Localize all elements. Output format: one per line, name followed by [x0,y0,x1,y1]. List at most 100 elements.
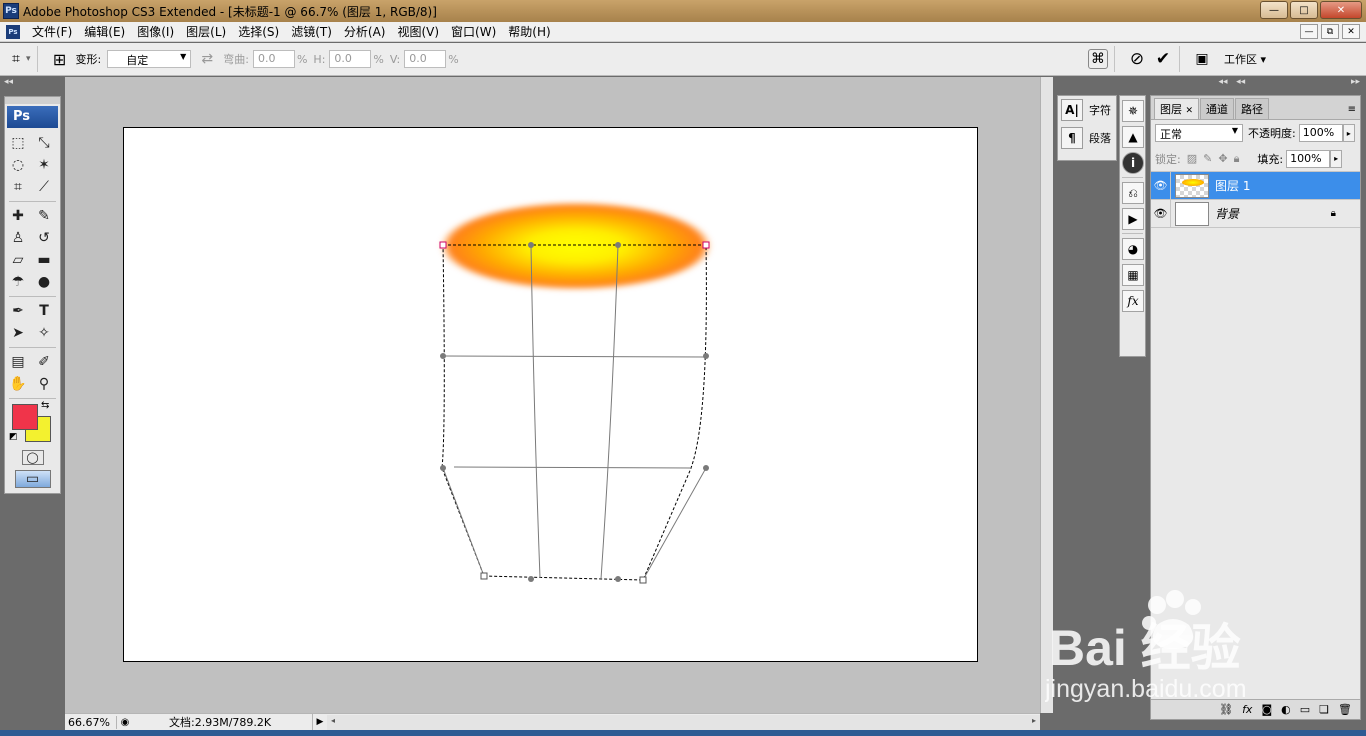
fill-slider-button[interactable]: ▸ [1330,149,1343,168]
screen-mode-icon[interactable]: ▭ [14,470,51,488]
swap-colors-icon[interactable]: ⇆ [41,400,49,411]
tab-paths[interactable]: 路径 [1235,98,1270,119]
actions-icon[interactable]: ▶ [1122,208,1144,230]
history-brush-tool-icon[interactable]: ↺ [31,227,57,249]
h-distort-input[interactable]: 0.0 [329,50,372,68]
notes-tool-icon[interactable]: ▤ [5,351,31,373]
healing-brush-tool-icon[interactable]: ✚ [5,205,31,227]
reference-point-icon[interactable]: ⊞ [50,49,70,69]
visibility-eye-icon[interactable]: 👁︎ [1151,171,1171,200]
path-selection-tool-icon[interactable]: ➤ [5,322,31,344]
menu-image[interactable]: 图像(I) [131,23,180,40]
menu-window[interactable]: 窗口(W) [445,23,502,40]
styles-icon[interactable]: fx [1122,290,1144,312]
histogram-icon[interactable]: ▲ [1122,126,1144,148]
add-mask-icon[interactable]: ◙ [1261,703,1272,716]
status-info-icon[interactable]: ◉ [117,717,133,728]
eyedropper-tool-icon[interactable]: ✐ [31,351,57,373]
document-canvas[interactable] [123,127,978,662]
gradient-tool-icon[interactable]: ▬ [31,249,57,271]
layer-style-icon[interactable]: fx [1242,703,1252,716]
bend-input[interactable]: 0.0 [252,50,295,68]
tab-layers[interactable]: 图层 ✕ [1154,98,1200,119]
menu-file[interactable]: 文件(F) [26,23,78,40]
new-group-icon[interactable]: ▭ [1300,703,1310,716]
toggle-warp-mode-icon[interactable]: ⌘ [1087,49,1108,69]
character-panel-button[interactable]: A| 字符 [1058,96,1116,124]
foreground-color-swatch[interactable] [12,404,38,430]
lock-position-icon[interactable]: ✥ [1218,152,1227,165]
zoom-level[interactable]: 66.67% [65,715,117,729]
link-layers-icon[interactable]: ⛓ [1219,703,1233,716]
type-tool-icon[interactable]: T [31,300,57,322]
doc-minimize-button[interactable]: — [1300,24,1318,39]
info-icon[interactable]: i [1122,152,1144,174]
v-distort-input[interactable]: 0.0 [404,50,447,68]
dodge-tool-icon[interactable]: ● [31,271,57,293]
layer-name[interactable]: 背景 [1215,205,1331,222]
marquee-tool-icon[interactable]: ⬚ [5,132,31,154]
menu-help[interactable]: 帮助(H) [502,23,556,40]
slice-tool-icon[interactable]: ⟋ [31,176,57,198]
menu-layer[interactable]: 图层(L) [180,23,232,40]
warp-style-select[interactable]: 自定 ▼ [107,50,192,68]
layer-name[interactable]: 图层 1 [1215,177,1250,194]
fill-input[interactable]: 100% [1286,149,1331,168]
warp-handles[interactable] [439,241,710,584]
warp-tool-preset-icon[interactable]: ⌗ [6,49,26,69]
lock-pixels-icon[interactable]: ✎ [1203,152,1212,165]
move-tool-icon[interactable]: ⤡ [31,132,57,154]
eraser-tool-icon[interactable]: ▱ [5,249,31,271]
collapse-panels-icon[interactable]: ◂◂ ◂◂ ▸▸ [1053,77,1366,93]
layer-row-layer1[interactable]: 👁︎ 图层 1 [1151,171,1360,200]
close-tab-icon[interactable]: ✕ [1186,106,1194,116]
doc-close-button[interactable]: ✕ [1342,24,1360,39]
lasso-tool-icon[interactable]: ◌ [5,154,31,176]
menu-edit[interactable]: 编辑(E) [78,23,131,40]
zoom-tool-icon[interactable]: ⚲ [31,373,57,395]
quick-mask-icon[interactable]: ◯ [21,449,44,465]
menu-select[interactable]: 选择(S) [232,23,285,40]
navigator-icon[interactable]: ✵ [1122,100,1144,122]
default-colors-icon[interactable]: ◩ [9,432,18,442]
menu-view[interactable]: 视图(V) [391,23,445,40]
brush-tool-icon[interactable]: ✎ [31,205,57,227]
doc-restore-button[interactable]: ⧉ [1321,24,1339,39]
document-icon[interactable]: Ps [6,24,20,39]
lock-all-icon[interactable]: 🔒︎ [1234,152,1240,166]
tab-channels[interactable]: 通道 [1200,98,1235,119]
close-button[interactable]: ✕ [1320,1,1362,19]
pen-tool-icon[interactable]: ✒ [5,300,31,322]
bridge-icon[interactable]: ▣ [1192,49,1212,69]
status-menu-arrow-icon[interactable]: ▶ [313,717,327,727]
layer-row-background[interactable]: 👁︎ 背景 🔒︎ [1151,199,1360,228]
minimize-button[interactable]: — [1260,1,1288,19]
opacity-input[interactable]: 100% [1298,124,1343,142]
lock-transparency-icon[interactable]: ▨ [1187,152,1197,165]
menu-filter[interactable]: 滤镜(T) [285,23,338,40]
warp-orientation-icon[interactable]: ⇄ [197,49,217,69]
blend-mode-select[interactable]: 正常 ▼ [1155,124,1243,142]
custom-shape-tool-icon[interactable]: ✧ [31,322,57,344]
color-icon[interactable]: ◕ [1122,238,1144,260]
workspace-menu[interactable]: 工作区 ▾ [1224,51,1266,67]
new-layer-icon[interactable]: ❏ [1319,703,1329,716]
clone-stamp-tool-icon[interactable]: ♙ [5,227,31,249]
commit-transform-icon[interactable]: ✔ [1153,49,1173,69]
crop-tool-icon[interactable]: ⌗ [5,176,31,198]
panel-menu-icon[interactable]: ≡ [1348,104,1360,119]
swatches-icon[interactable]: ▦ [1122,264,1144,286]
collapse-toolbox-icon[interactable]: ◂◂ [0,77,65,93]
cancel-transform-icon[interactable]: ⊘ [1127,49,1147,69]
paragraph-panel-button[interactable]: ¶ 段落 [1058,124,1116,152]
history-icon[interactable]: ⎌ [1122,182,1144,204]
magic-wand-tool-icon[interactable]: ✶ [31,154,57,176]
opacity-slider-button[interactable]: ▸ [1342,124,1355,142]
horizontal-scrollbar[interactable]: ◂ ▸ [327,714,1040,730]
delete-layer-icon[interactable]: 🗑︎ [1338,703,1352,716]
vertical-scrollbar[interactable] [1040,77,1053,713]
blur-tool-icon[interactable]: ☂ [5,271,31,293]
menu-analysis[interactable]: 分析(A) [338,23,392,40]
warp-mesh[interactable] [441,244,707,581]
maximize-button[interactable]: □ [1290,1,1318,19]
